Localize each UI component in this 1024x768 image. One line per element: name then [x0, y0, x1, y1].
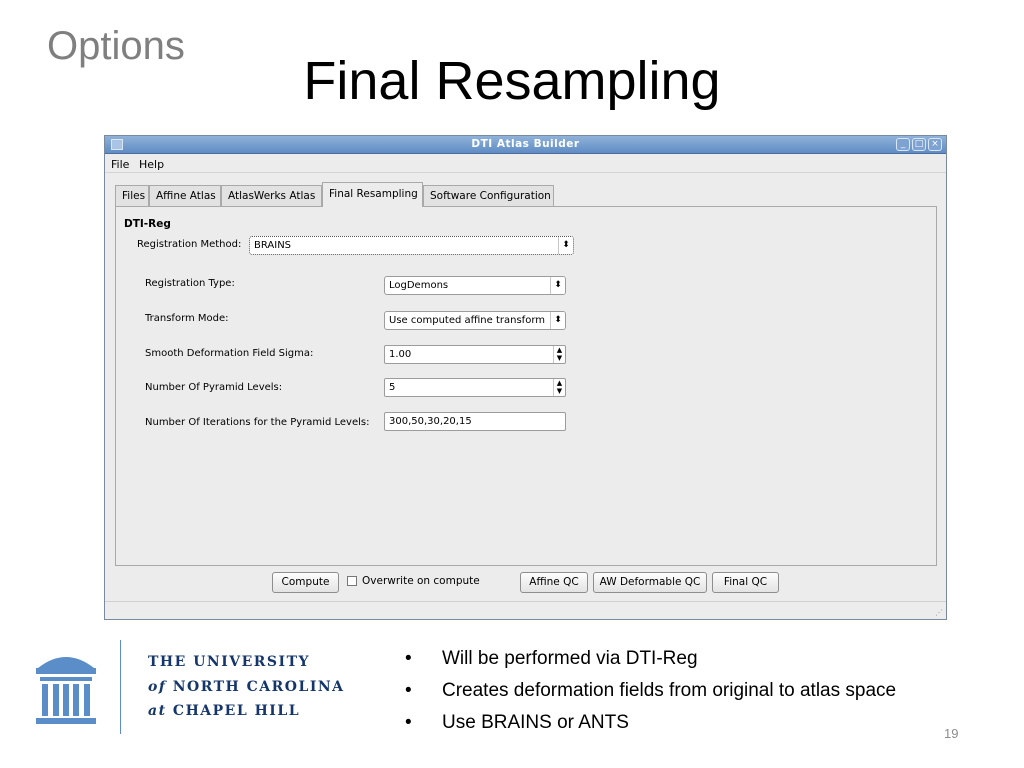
bullet-text: Will be performed via DTI-Reg: [442, 648, 698, 669]
transform-mode-label: Transform Mode:: [145, 313, 229, 324]
overwrite-checkbox[interactable]: [347, 576, 357, 586]
aw-deformable-qc-button[interactable]: AW Deformable QC: [593, 572, 707, 593]
section-heading-dti-reg: DTI-Reg: [124, 218, 171, 230]
spin-down-icon[interactable]: ▼: [554, 354, 565, 362]
resize-grip-icon[interactable]: ⋰: [935, 608, 943, 617]
pyramid-levels-label: Number Of Pyramid Levels:: [145, 382, 283, 393]
tab-affine-atlas[interactable]: Affine Atlas: [149, 185, 221, 206]
tab-files[interactable]: Files: [115, 185, 149, 206]
unc-wordmark-north-carolina: NORTH CAROLINA: [172, 679, 345, 695]
maximize-icon[interactable]: □: [912, 138, 926, 151]
unc-wordmark-line2: of NORTH CAROLINA: [148, 679, 345, 695]
window-titlebar[interactable]: DTI Atlas Builder _ □ ×: [105, 136, 946, 154]
registration-method-combo[interactable]: BRAINS ⬍: [249, 236, 574, 255]
unc-old-well-logo: [32, 646, 100, 730]
combo-arrow-icon: ⬍: [550, 312, 565, 329]
spin-buttons[interactable]: ▲ ▼: [553, 379, 565, 396]
overwrite-label[interactable]: Overwrite on compute: [362, 575, 480, 587]
dti-atlas-builder-window: DTI Atlas Builder _ □ × File Help Files …: [104, 135, 947, 620]
page-number: 19: [944, 726, 959, 741]
bullet-text: Use BRAINS or ANTS: [442, 712, 629, 733]
window-controls: _ □ ×: [896, 138, 942, 151]
bullet-dot: •: [405, 712, 412, 733]
combo-arrow-icon: ⬍: [558, 237, 573, 254]
unc-wordmark-line3: at CHAPEL HILL: [148, 703, 300, 719]
iterations-input[interactable]: 300,50,30,20,15: [384, 412, 566, 431]
registration-method-label: Registration Method:: [137, 239, 242, 250]
unc-wordmark-at: at: [148, 703, 167, 719]
tab-atlaswerks-atlas[interactable]: AtlasWerks Atlas: [221, 185, 322, 206]
slide-title: Final Resampling: [303, 51, 721, 111]
smooth-sigma-label: Smooth Deformation Field Sigma:: [145, 348, 314, 359]
window-title: DTI Atlas Builder: [471, 138, 580, 150]
menubar: File Help: [105, 155, 946, 173]
iterations-label: Number Of Iterations for the Pyramid Lev…: [145, 417, 370, 428]
spin-up-icon[interactable]: ▲: [554, 379, 565, 387]
bullet-text: Creates deformation fields from original…: [442, 680, 897, 701]
menu-file[interactable]: File: [111, 158, 129, 171]
unc-wordmark-of: of: [148, 679, 167, 695]
affine-qc-button[interactable]: Affine QC: [520, 572, 588, 593]
registration-method-value: BRAINS: [254, 240, 292, 251]
footer-divider: [120, 640, 121, 734]
unc-wordmark-line1: THE UNIVERSITY: [148, 654, 310, 670]
tab-final-resampling[interactable]: Final Resampling: [322, 182, 423, 207]
final-resampling-panel: DTI-Reg Registration Method: BRAINS ⬍ Re…: [115, 206, 937, 566]
combo-arrow-icon: ⬍: [550, 277, 565, 294]
spin-buttons[interactable]: ▲ ▼: [553, 346, 565, 363]
bullet-dot: •: [405, 680, 412, 701]
menu-help[interactable]: Help: [139, 158, 164, 171]
registration-type-value: LogDemons: [389, 280, 449, 291]
spin-up-icon[interactable]: ▲: [554, 346, 565, 354]
bullet-dot: •: [405, 648, 412, 669]
registration-type-label: Registration Type:: [145, 278, 235, 289]
transform-mode-value: Use computed affine transform: [389, 315, 545, 326]
registration-type-combo[interactable]: LogDemons ⬍: [384, 276, 566, 295]
minimize-icon[interactable]: _: [896, 138, 910, 151]
unc-wordmark-chapel-hill: CHAPEL HILL: [172, 703, 301, 719]
status-bar: ⋰: [105, 601, 946, 619]
close-icon[interactable]: ×: [928, 138, 942, 151]
tab-software-configuration[interactable]: Software Configuration: [423, 185, 554, 206]
pyramid-levels-spinbox[interactable]: 5 ▲ ▼: [384, 378, 566, 397]
spin-down-icon[interactable]: ▼: [554, 387, 565, 395]
pyramid-levels-value: 5: [389, 382, 396, 393]
compute-button[interactable]: Compute: [272, 572, 339, 593]
smooth-sigma-spinbox[interactable]: 1.00 ▲ ▼: [384, 345, 566, 364]
smooth-sigma-value: 1.00: [389, 349, 412, 360]
final-qc-button[interactable]: Final QC: [712, 572, 779, 593]
transform-mode-combo[interactable]: Use computed affine transform ⬍: [384, 311, 566, 330]
